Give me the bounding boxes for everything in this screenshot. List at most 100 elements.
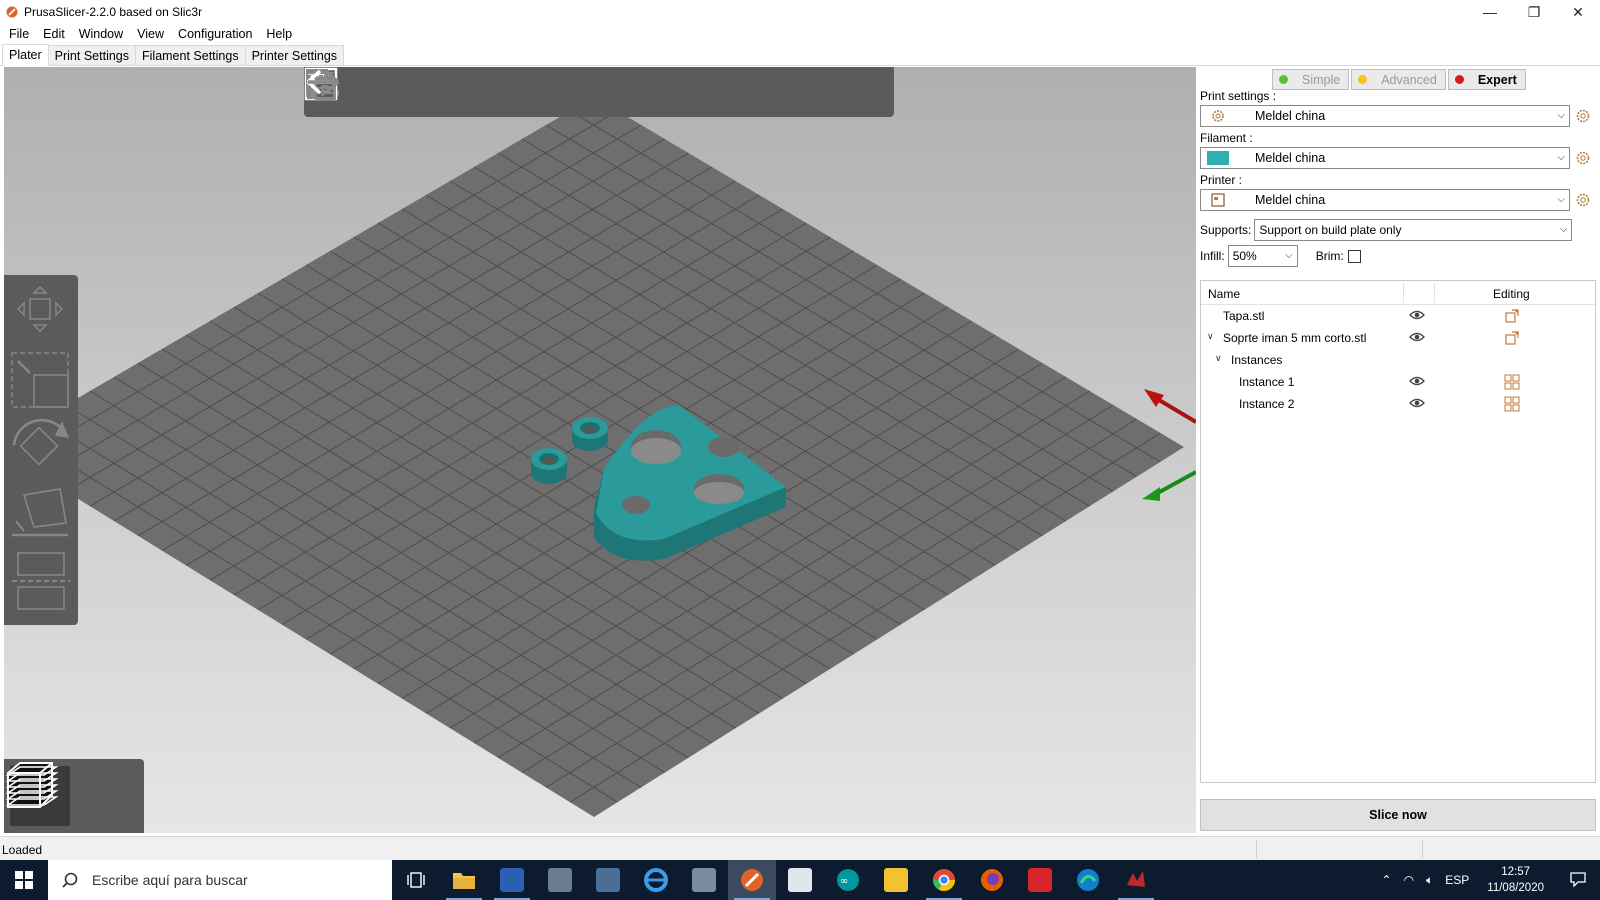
menu-edit[interactable]: Edit	[36, 27, 72, 41]
tab-filament-settings[interactable]: Filament Settings	[135, 45, 246, 65]
taskbar-prusaslicer[interactable]	[728, 860, 776, 900]
menu-view[interactable]: View	[130, 27, 171, 41]
column-divider	[1403, 283, 1404, 303]
scale-icon[interactable]	[11, 352, 69, 408]
copy-button[interactable]	[306, 69, 520, 113]
redo-button[interactable]	[308, 69, 856, 113]
build-plate-canvas[interactable]	[4, 67, 1196, 833]
calculator-icon	[596, 868, 620, 892]
object-row-soporte[interactable]: ∨ Soprte iman 5 mm corto.stl	[1201, 327, 1595, 349]
cut-icon[interactable]	[12, 552, 70, 610]
move-icon[interactable]	[16, 285, 64, 333]
settings-edit-icon[interactable]	[1504, 308, 1520, 324]
menu-window[interactable]: Window	[72, 27, 130, 41]
menu-configuration[interactable]: Configuration	[171, 27, 259, 41]
menu-file[interactable]: File	[2, 27, 36, 41]
print-settings-gear-icon[interactable]	[1576, 109, 1590, 123]
volume-icon[interactable]: 🔈︎	[1420, 873, 1439, 888]
eye-icon[interactable]	[1409, 397, 1425, 409]
minimize-button[interactable]: —	[1468, 0, 1512, 24]
maximize-button[interactable]: ❐	[1512, 0, 1556, 24]
taskbar-app-15[interactable]	[1112, 860, 1160, 900]
mode-expert-button[interactable]: Expert	[1447, 69, 1526, 90]
taskbar-app-6[interactable]	[680, 860, 728, 900]
add-instance-button[interactable]	[306, 69, 604, 113]
mode-advanced-button[interactable]: Advanced	[1351, 69, 1446, 90]
filament-combo[interactable]: Meldel china ⌵	[1200, 147, 1570, 169]
arrow-right-icon	[308, 69, 340, 95]
clock[interactable]: 12:57 11/08/2020	[1475, 864, 1556, 896]
infill-combo[interactable]: 50% ⌵	[1227, 245, 1298, 267]
instance-grid-icon[interactable]	[1504, 396, 1520, 412]
taskbar-search[interactable]: Escribe aquí para buscar	[48, 860, 392, 900]
slice-now-button[interactable]: Slice now	[1200, 799, 1596, 831]
svg-text:∞: ∞	[840, 876, 848, 887]
object-name: Tapa.stl	[1223, 309, 1265, 323]
instance-grid-icon[interactable]	[1504, 374, 1520, 390]
taskbar-app-8[interactable]	[776, 860, 824, 900]
edge-icon	[1077, 869, 1099, 891]
column-name[interactable]: Name	[1208, 287, 1240, 301]
instance-name: Instance 2	[1239, 397, 1295, 411]
expert-mode-dot-icon	[1454, 75, 1464, 84]
layer-editing-button[interactable]	[307, 71, 772, 113]
taskbar-app-13[interactable]	[1016, 860, 1064, 900]
split-parts-button[interactable]: P	[306, 69, 730, 113]
tab-printer-settings[interactable]: Printer Settings	[244, 45, 345, 65]
delete-object-button[interactable]	[307, 71, 394, 113]
app-icon	[1028, 868, 1052, 892]
taskbar-edge-legacy[interactable]	[632, 860, 680, 900]
filament-gear-icon[interactable]	[1576, 151, 1590, 165]
tab-print-settings[interactable]: Print Settings	[47, 45, 136, 65]
taskbar-file-explorer[interactable]	[440, 860, 488, 900]
task-view-button[interactable]	[392, 860, 440, 900]
tab-plater[interactable]: Plater	[2, 44, 49, 66]
language-indicator[interactable]: ESP	[1439, 873, 1475, 887]
print-settings-combo[interactable]: Meldel china ⌵	[1200, 105, 1570, 127]
app-icon	[884, 868, 908, 892]
arrange-button[interactable]	[304, 67, 478, 113]
preview-button[interactable]	[5, 766, 136, 826]
taskbar-edge[interactable]	[1064, 860, 1112, 900]
column-editing[interactable]: Editing	[1493, 287, 1530, 301]
taskbar-app-10[interactable]	[872, 860, 920, 900]
3d-viewport[interactable]: O P	[4, 67, 1196, 833]
eye-icon[interactable]	[1409, 331, 1425, 343]
show-hidden-icons[interactable]: ⌃	[1376, 873, 1398, 887]
taskbar-chrome[interactable]	[920, 860, 968, 900]
prusaslicer-icon	[741, 869, 763, 891]
arduino-icon: ∞	[837, 869, 859, 891]
taskbar-arduino[interactable]: ∞	[824, 860, 872, 900]
close-button[interactable]: ✕	[1556, 0, 1600, 24]
eye-icon[interactable]	[1409, 375, 1425, 387]
remove-instance-button[interactable]	[306, 69, 646, 113]
split-objects-button[interactable]: O	[306, 69, 688, 113]
instance-row-2[interactable]: Instance 2	[1201, 393, 1595, 415]
notifications-icon[interactable]	[1556, 871, 1600, 890]
delete-all-button[interactable]	[308, 69, 436, 113]
taskbar-word[interactable]	[488, 860, 536, 900]
eye-icon[interactable]	[1409, 309, 1425, 321]
undo-button[interactable]	[306, 69, 814, 113]
menu-help[interactable]: Help	[259, 27, 299, 41]
settings-edit-icon[interactable]	[1504, 330, 1520, 346]
mode-simple-button[interactable]: Simple	[1272, 69, 1350, 90]
taskbar-firefox[interactable]	[968, 860, 1016, 900]
printer-gear-icon[interactable]	[1576, 193, 1590, 207]
instance-row-1[interactable]: Instance 1	[1201, 371, 1595, 393]
taskbar-calculator[interactable]	[584, 860, 632, 900]
instance-name: Instance 1	[1239, 375, 1295, 389]
place-on-face-icon[interactable]	[12, 488, 68, 537]
brim-checkbox[interactable]	[1347, 249, 1361, 263]
start-button[interactable]	[0, 860, 48, 900]
paste-button[interactable]	[306, 69, 562, 113]
instances-group-row[interactable]: ∨ Instances	[1201, 349, 1595, 371]
rotate-icon[interactable]	[12, 418, 70, 466]
collapse-chevron-icon[interactable]: ∨	[1207, 331, 1214, 342]
collapse-chevron-icon[interactable]: ∨	[1215, 353, 1222, 364]
taskbar-app-3[interactable]	[536, 860, 584, 900]
supports-combo[interactable]: Support on build plate only ⌵	[1254, 219, 1573, 241]
object-row-tapa[interactable]: Tapa.stl	[1201, 305, 1595, 327]
network-icon[interactable]: ◠	[1398, 873, 1420, 887]
printer-combo[interactable]: Meldel china ⌵	[1200, 189, 1570, 211]
